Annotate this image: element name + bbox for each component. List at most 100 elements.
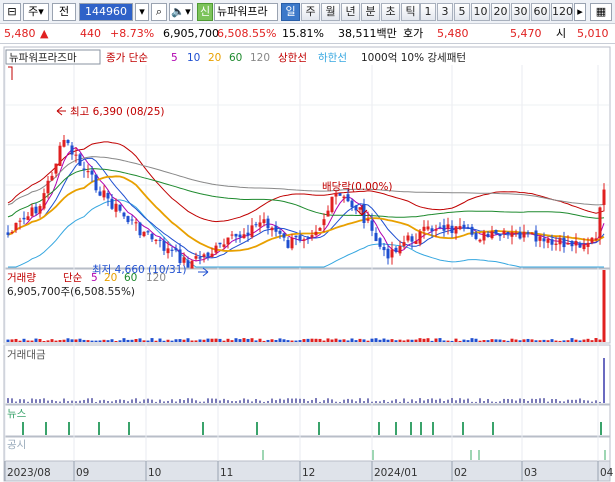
interval-button-60[interactable]: 60 — [531, 3, 550, 21]
window-menu-icon[interactable]: ⊟ — [3, 3, 21, 21]
candle-body — [22, 217, 26, 220]
amount-bar — [403, 398, 405, 403]
new-badge-text: 신 — [199, 5, 211, 18]
candle-body — [318, 227, 322, 231]
candle-body — [58, 145, 62, 166]
stock-name-field[interactable]: 뉴파워프라 — [214, 3, 278, 21]
volume-bar — [322, 340, 326, 342]
amount-bar — [175, 401, 177, 403]
volume-bar — [38, 338, 42, 342]
speaker-icon[interactable]: 🔈▾ — [169, 3, 193, 21]
market-select[interactable]: 주▾ — [23, 3, 49, 21]
volume-bar — [394, 340, 398, 342]
amount-bar — [315, 398, 317, 403]
volume-bar — [46, 340, 50, 342]
amount-bar — [507, 398, 509, 403]
amount-bar — [479, 398, 481, 403]
amount-bar — [51, 399, 53, 403]
period-button-6[interactable]: 틱 — [401, 3, 420, 21]
news-bar — [378, 422, 380, 435]
volume-bar — [574, 339, 578, 342]
interval-button-1[interactable]: 1 — [420, 3, 436, 21]
volume-bar — [522, 339, 526, 342]
interval-button-30[interactable]: 30 — [511, 3, 530, 21]
candle-body — [478, 239, 482, 242]
amount-bar — [447, 399, 449, 403]
amount-bar — [367, 398, 369, 403]
period-button-0[interactable]: 일 — [281, 3, 300, 21]
interval-button-10[interactable]: 10 — [471, 3, 490, 21]
volume-bar — [538, 340, 542, 342]
candle-body — [402, 242, 406, 247]
candle-body — [210, 253, 214, 257]
vol-ma20-label: 20 — [104, 272, 117, 284]
quote-bar: 5,480 ▲ 440 +8.73% 6,905,700 6,508.55% 1… — [0, 24, 615, 44]
amount-bar — [371, 401, 373, 403]
candle-body — [594, 238, 598, 240]
interval-button-3[interactable]: 3 — [437, 3, 453, 21]
volume-bar — [314, 338, 318, 342]
amount-bar — [271, 398, 273, 403]
interval-scroll-icon[interactable]: ▸ — [574, 3, 586, 21]
chart-settings-icon[interactable]: ▦ — [590, 3, 612, 21]
volume-bar — [170, 340, 174, 342]
interval-button-120[interactable]: 120 — [551, 3, 573, 21]
disclosure-panel-title: 공시 — [7, 439, 26, 451]
volume-bar — [90, 340, 94, 342]
candle-body — [590, 237, 594, 243]
interval-button-5[interactable]: 5 — [454, 3, 470, 21]
candle-body — [350, 200, 354, 208]
volume-bar — [118, 340, 122, 342]
chart-area[interactable]: 뉴파워프라즈마 종가 단순 5 10 20 60 120 상한선 하한선 100… — [0, 45, 615, 482]
stock-code-input[interactable]: 144960 — [79, 3, 133, 21]
candle-body — [306, 237, 310, 239]
candle-body — [230, 234, 234, 236]
candle-body — [174, 248, 178, 251]
candle-body — [498, 234, 502, 237]
candle-body — [114, 203, 118, 212]
volume-bar — [590, 340, 594, 342]
candle-body — [66, 139, 70, 144]
amount-bar — [199, 401, 201, 403]
candle-body — [106, 192, 110, 199]
news-bar — [420, 422, 422, 435]
candle-body — [494, 230, 498, 234]
amount-bar — [127, 401, 129, 403]
amount-bar — [375, 401, 377, 403]
period-button-1[interactable]: 주 — [301, 3, 320, 21]
prev-button[interactable]: 전 — [52, 3, 76, 21]
news-bar — [395, 422, 397, 435]
amount-bar — [527, 400, 529, 403]
disclosure-bar — [478, 450, 480, 460]
x-label-3: 11 — [220, 467, 233, 479]
candle-body — [450, 225, 454, 233]
candle-body — [574, 241, 578, 246]
candle-body — [278, 230, 282, 234]
stock-chart[interactable]: 뉴파워프라즈마 종가 단순 5 10 20 60 120 상한선 하한선 100… — [0, 45, 615, 482]
volume-bar — [278, 338, 282, 342]
interval-button-20[interactable]: 20 — [491, 3, 510, 21]
price-panel-title: 뉴파워프라즈마 — [9, 51, 77, 64]
amount-bar — [583, 400, 585, 403]
volume-bar — [250, 338, 254, 342]
period-button-5[interactable]: 초 — [381, 3, 400, 21]
period-button-2[interactable]: 월 — [321, 3, 340, 21]
volume-bar — [82, 339, 86, 342]
amount-bar — [391, 400, 393, 403]
amount-bar — [235, 401, 237, 403]
candle-body — [94, 174, 98, 191]
amount-bar — [511, 399, 513, 403]
candle-body — [326, 210, 330, 217]
volume-bar — [234, 338, 238, 342]
volume-bar — [346, 340, 350, 342]
search-icon[interactable]: ⌕ — [151, 3, 167, 21]
volume-bar — [358, 338, 362, 342]
volume-value-text: 6,905,700주(6,508.55%) — [7, 286, 135, 298]
period-button-4[interactable]: 분 — [361, 3, 380, 21]
period-button-3[interactable]: 년 — [341, 3, 360, 21]
amount-bar — [75, 401, 77, 403]
code-dropdown-icon[interactable]: ▾ — [135, 3, 149, 21]
amount-bar — [59, 401, 61, 403]
candle-body — [558, 238, 562, 245]
volume-bar — [274, 339, 278, 342]
